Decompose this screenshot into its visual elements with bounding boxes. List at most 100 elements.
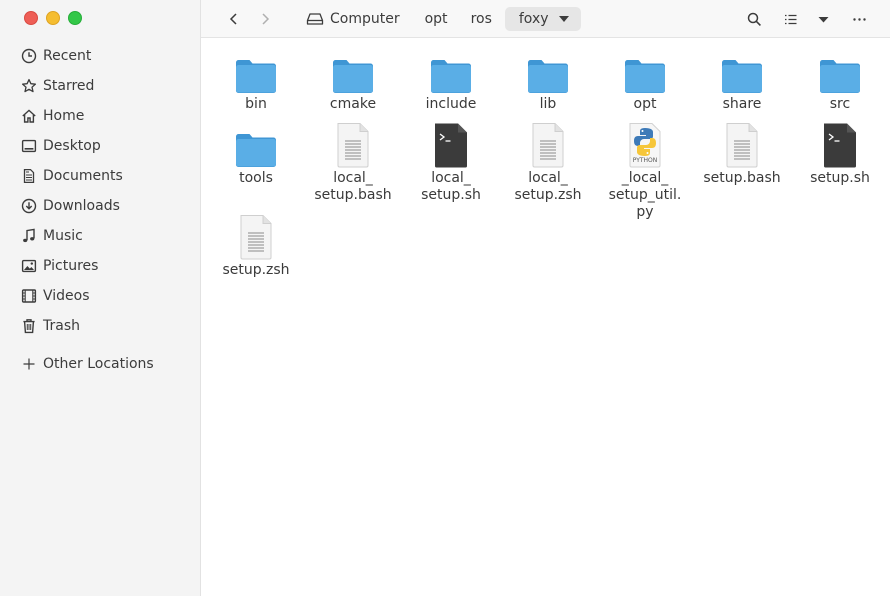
folder-item[interactable]: include xyxy=(405,48,497,113)
sidebar-item-label: Desktop xyxy=(43,138,101,154)
sidebar-item-recent[interactable]: Recent xyxy=(0,41,200,71)
sidebar-item-music[interactable]: Music xyxy=(0,221,200,251)
file-name-label: local_ setup.bash xyxy=(314,170,392,203)
folder-icon xyxy=(527,60,568,94)
text-file-icon xyxy=(532,123,564,168)
folder-icon xyxy=(235,134,276,168)
trash-icon xyxy=(20,317,38,335)
breadcrumb-ros[interactable]: ros xyxy=(463,7,500,31)
breadcrumb-computer[interactable]: Computer xyxy=(298,7,408,31)
folder-item[interactable]: opt xyxy=(599,48,691,113)
view-list-button[interactable] xyxy=(778,8,802,30)
picture-icon xyxy=(20,257,38,275)
plus-icon xyxy=(20,355,38,373)
breadcrumb-opt[interactable]: opt xyxy=(417,7,456,31)
file-name-label: local_ setup.sh xyxy=(421,170,481,203)
file-item[interactable]: setup.sh xyxy=(794,122,886,187)
chevron-left-icon xyxy=(229,13,237,25)
file-name-label: setup.sh xyxy=(810,170,870,186)
window-controls xyxy=(24,11,82,25)
file-name-label: bin xyxy=(245,96,267,112)
sidebar-item-label: Pictures xyxy=(43,258,99,274)
file-manager-window: Recent Starred Home Desktop Documents Do… xyxy=(0,0,890,596)
minimize-window-button[interactable] xyxy=(46,11,60,25)
folder-item[interactable]: share xyxy=(696,48,788,113)
more-options-icon xyxy=(852,17,866,21)
list-view-icon xyxy=(784,14,796,24)
file-item[interactable]: setup.bash xyxy=(696,122,788,187)
folder-icon xyxy=(332,60,373,94)
file-name-label: share xyxy=(722,96,762,112)
file-item[interactable]: setup.zsh xyxy=(210,214,302,279)
sidebar-item-downloads[interactable]: Downloads xyxy=(0,191,200,221)
folder-icon xyxy=(430,60,471,94)
file-name-label: setup.zsh xyxy=(222,262,290,278)
file-name-label: opt xyxy=(633,96,657,112)
file-item[interactable]: local_ setup.sh xyxy=(405,122,497,204)
sidebar-item-label: Downloads xyxy=(43,198,120,214)
folder-icon xyxy=(624,60,665,94)
view-options-button[interactable] xyxy=(811,8,835,30)
sidebar: Recent Starred Home Desktop Documents Do… xyxy=(0,0,201,596)
places-list: Recent Starred Home Desktop Documents Do… xyxy=(0,41,200,379)
caret-down-icon xyxy=(818,16,828,22)
home-icon xyxy=(20,107,38,125)
folder-item[interactable]: bin xyxy=(210,48,302,113)
text-file-icon xyxy=(726,123,758,168)
sidebar-item-label: Home xyxy=(43,108,85,124)
text-file-icon xyxy=(337,123,369,168)
breadcrumb: Computer opt ros foxy xyxy=(298,6,586,32)
sidebar-item-other-locations[interactable]: Other Locations xyxy=(0,349,200,379)
file-name-label: include xyxy=(425,96,477,112)
file-name-label: setup.bash xyxy=(703,170,781,186)
file-name-label: src xyxy=(829,96,851,112)
caret-down-icon xyxy=(558,16,569,22)
forward-button[interactable] xyxy=(253,8,277,30)
music-icon xyxy=(20,227,38,245)
drive-icon xyxy=(306,13,324,25)
file-grid: bin cmake include lib opt share src tools local_… xyxy=(201,38,890,596)
folder-icon xyxy=(235,60,276,94)
folder-item[interactable]: cmake xyxy=(307,48,399,113)
sidebar-item-trash[interactable]: Trash xyxy=(0,311,200,341)
sidebar-item-label: Documents xyxy=(43,168,123,184)
text-file-icon xyxy=(240,215,272,260)
clock-icon xyxy=(20,47,38,65)
folder-item[interactable]: lib xyxy=(502,48,594,113)
file-name-label: local_ setup.zsh xyxy=(514,170,582,203)
python-badge-label: PYTHON xyxy=(632,157,658,164)
file-name-label: _local_ setup_util. py xyxy=(608,170,682,220)
sidebar-item-videos[interactable]: Videos xyxy=(0,281,200,311)
sidebar-item-desktop[interactable]: Desktop xyxy=(0,131,200,161)
search-icon xyxy=(747,12,761,26)
terminal-script-icon xyxy=(435,123,467,168)
menu-button[interactable] xyxy=(847,8,871,30)
file-item[interactable]: local_ setup.zsh xyxy=(502,122,594,204)
sidebar-item-label: Music xyxy=(43,228,83,244)
sidebar-item-home[interactable]: Home xyxy=(0,101,200,131)
search-button[interactable] xyxy=(742,8,766,30)
sidebar-item-label: Starred xyxy=(43,78,95,94)
sidebar-item-label: Recent xyxy=(43,48,92,64)
star-icon xyxy=(20,77,38,95)
sidebar-item-starred[interactable]: Starred xyxy=(0,71,200,101)
file-item[interactable]: local_ setup.bash xyxy=(307,122,399,204)
back-button[interactable] xyxy=(222,8,246,30)
file-item[interactable]: PYTHON _local_ setup_util. py xyxy=(599,122,691,221)
sidebar-item-pictures[interactable]: Pictures xyxy=(0,251,200,281)
terminal-script-icon xyxy=(824,123,856,168)
sidebar-item-label: Trash xyxy=(43,318,80,334)
file-name-label: cmake xyxy=(329,96,377,112)
folder-item[interactable]: tools xyxy=(210,122,302,187)
sidebar-item-label: Other Locations xyxy=(43,356,154,372)
folder-icon xyxy=(721,60,762,94)
maximize-window-button[interactable] xyxy=(68,11,82,25)
breadcrumb-current-foxy[interactable]: foxy xyxy=(504,7,581,31)
download-icon xyxy=(20,197,38,215)
desktop-icon xyxy=(20,137,38,155)
close-window-button[interactable] xyxy=(24,11,38,25)
file-name-label: tools xyxy=(239,170,273,186)
file-name-label: lib xyxy=(539,96,557,112)
folder-item[interactable]: src xyxy=(794,48,886,113)
sidebar-item-documents[interactable]: Documents xyxy=(0,161,200,191)
